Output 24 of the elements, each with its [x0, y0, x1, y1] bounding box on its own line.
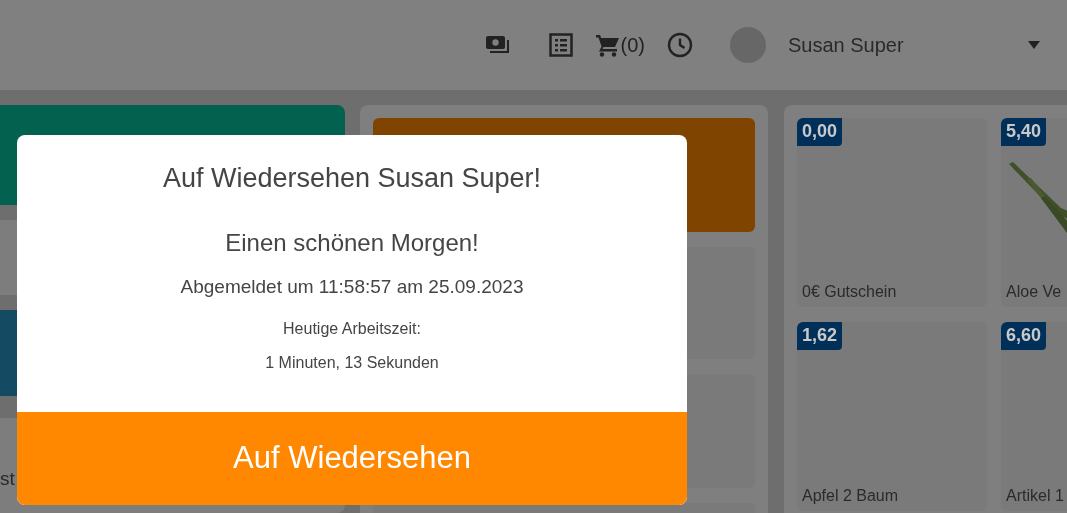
user-name[interactable]: Susan Super — [788, 30, 1028, 60]
dialog-title: Auf Wiedersehen Susan Super! — [161, 162, 543, 195]
price-tag: 0,00 — [797, 118, 843, 146]
price-tag: 5,40 — [1001, 118, 1047, 146]
product-card[interactable]: 1,62 Apfel 2 Baum — [797, 322, 987, 511]
product-name: 0€ Gutschein — [802, 282, 897, 302]
worktime-label: Heutige Arbeitszeit: — [282, 318, 422, 339]
price-tag: 6,60 — [1001, 322, 1047, 350]
clock-icon[interactable] — [667, 32, 693, 58]
product-name: Aloe Ve — [1006, 282, 1062, 302]
worktime-value: 1 Minuten, 13 Sekunden — [264, 352, 440, 373]
tile-label: st — [0, 468, 15, 488]
caret-icon[interactable] — [1028, 41, 1040, 49]
cart-icon[interactable] — [594, 32, 621, 58]
product-card[interactable]: 0,00 0€ Gutschein — [797, 118, 987, 307]
price-tag: 1,62 — [797, 322, 843, 350]
product-name: Apfel 2 Baum — [802, 486, 899, 506]
logout-time-text: Abgemeldet um 11:58:57 am 25.09.2023 — [179, 275, 525, 300]
cart-count: (0) — [620, 33, 645, 58]
greeting-text: Einen schönen Morgen! — [224, 228, 480, 259]
product-name: Artikel 1 — [1006, 486, 1064, 506]
product-card[interactable]: 6,60 Artikel 1 — [1001, 322, 1067, 511]
product-card[interactable]: 5,40 Aloe Ve — [1001, 118, 1067, 307]
list-icon[interactable] — [547, 32, 574, 58]
